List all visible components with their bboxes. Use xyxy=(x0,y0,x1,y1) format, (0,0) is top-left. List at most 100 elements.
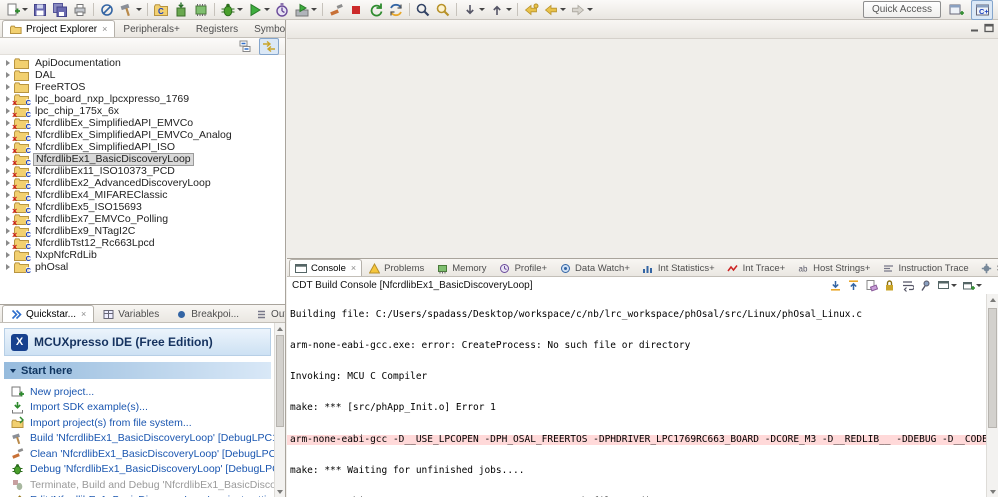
tree-item[interactable]: NfcrdlibEx2_AdvancedDiscoveryLoop xyxy=(0,177,285,191)
expand-icon[interactable] xyxy=(6,192,10,198)
tab-profile[interactable]: Profile+ xyxy=(493,259,553,276)
quickstart-link-edit-settings[interactable]: Edit 'NfcrdlibEx1_BasicDiscoveryLoop' pr… xyxy=(10,493,285,497)
search-icon[interactable] xyxy=(413,1,433,19)
tree-item[interactable]: NfcrdlibEx9_NTagI2C xyxy=(0,225,285,239)
navigate-up-icon[interactable] xyxy=(846,278,861,293)
tab-outline[interactable]: Outline xyxy=(247,305,285,322)
expand-icon[interactable] xyxy=(6,264,10,270)
link-with-editor-icon[interactable] xyxy=(259,37,279,55)
display-selected-console-icon[interactable] xyxy=(936,278,958,293)
tree-item[interactable]: NfcrdlibEx5_ISO15693 xyxy=(0,201,285,215)
navigate-down-icon[interactable] xyxy=(828,278,843,293)
tree-item-selected[interactable]: NfcrdlibEx1_BasicDiscoveryLoop xyxy=(0,152,285,167)
tree-item[interactable]: NfcrdlibEx7_EMVCo_Polling xyxy=(0,213,285,227)
new-wizard-icon[interactable] xyxy=(3,1,30,19)
open-console-icon[interactable] xyxy=(961,278,983,293)
quickstart-link-build[interactable]: Build 'NfcrdlibEx1_BasicDiscoveryLoop' [… xyxy=(10,431,285,447)
tree-item[interactable]: NfcrdlibEx_SimplifiedAPI_EMVCo xyxy=(0,117,285,131)
tree-item[interactable]: NxpNfcRdLib xyxy=(0,249,285,262)
tab-int-statistics[interactable]: Int Statistics+ xyxy=(636,259,721,276)
expand-icon[interactable] xyxy=(6,204,10,210)
build-all-icon[interactable] xyxy=(117,1,144,19)
tab-int-trace[interactable]: Int Trace+ xyxy=(721,259,792,276)
start-here-section-header[interactable]: Start here xyxy=(4,362,271,379)
close-icon[interactable]: × xyxy=(351,263,356,273)
tab-breakpoints[interactable]: Breakpoi... xyxy=(167,305,247,322)
tree-item[interactable]: NfcrdlibEx11_ISO10373_PCD xyxy=(0,165,285,179)
expand-icon[interactable] xyxy=(6,108,10,114)
tab-quickstart[interactable]: Quickstar... × xyxy=(2,305,95,322)
terminate-icon[interactable] xyxy=(346,1,366,19)
skip-all-breakpoints-icon[interactable] xyxy=(97,1,117,19)
close-icon[interactable]: × xyxy=(81,309,86,319)
tab-host-strings[interactable]: ab Host Strings+ xyxy=(791,259,876,276)
tree-item[interactable]: FreeRTOS xyxy=(0,81,285,93)
save-icon[interactable] xyxy=(30,1,50,19)
open-element-icon[interactable] xyxy=(433,1,453,19)
minimize-icon[interactable] xyxy=(970,23,980,36)
last-edit-location-icon[interactable] xyxy=(521,1,541,19)
save-all-icon[interactable] xyxy=(50,1,70,19)
tree-item[interactable]: NfcrdlibEx4_MIFAREClassic xyxy=(0,189,285,203)
profile-icon[interactable] xyxy=(272,1,292,19)
close-icon[interactable]: × xyxy=(102,24,107,34)
tab-console[interactable]: Console × xyxy=(289,259,363,276)
tree-item[interactable]: phOsal xyxy=(0,261,285,274)
open-perspective-icon[interactable] xyxy=(945,0,967,20)
tab-registers[interactable]: Registers xyxy=(188,20,246,37)
tab-project-explorer[interactable]: Project Explorer × xyxy=(2,20,116,37)
scrollbar-thumb[interactable] xyxy=(276,335,284,427)
quickstart-link-terminate-build-debug[interactable]: Terminate, Build and Debug 'NfcrdlibEx1_… xyxy=(10,477,285,493)
forward-icon[interactable] xyxy=(568,1,595,19)
expand-icon[interactable] xyxy=(6,120,10,126)
expand-icon[interactable] xyxy=(6,72,10,78)
quickstart-link-debug[interactable]: Debug 'NfcrdlibEx1_BasicDiscoveryLoop' [… xyxy=(10,462,285,478)
tree-item[interactable]: lpc_board_nxp_lpcxpresso_1769 xyxy=(0,93,285,107)
expand-icon[interactable] xyxy=(6,216,10,222)
quickstart-link-import-project[interactable]: Import project(s) from file system... xyxy=(10,415,285,431)
scroll-lock-icon[interactable] xyxy=(882,278,897,293)
tree-item[interactable]: NfcrdlibTst12_Rc663Lpcd xyxy=(0,237,285,251)
quickstart-link-clean[interactable]: Clean 'NfcrdlibEx1_BasicDiscoveryLoop' [… xyxy=(10,446,285,462)
pin-console-icon[interactable] xyxy=(918,278,933,293)
new-c-project-icon[interactable]: C xyxy=(151,1,171,19)
previous-annotation-icon[interactable] xyxy=(487,1,514,19)
expand-icon[interactable] xyxy=(6,132,10,138)
expand-icon[interactable] xyxy=(6,60,10,66)
flash-download-icon[interactable] xyxy=(171,1,191,19)
expand-icon[interactable] xyxy=(6,180,10,186)
external-tools-icon[interactable] xyxy=(292,1,319,19)
expand-icon[interactable] xyxy=(6,156,10,162)
tree-item[interactable]: NfcrdlibEx_SimplifiedAPI_EMVCo_Analog xyxy=(0,129,285,143)
word-wrap-icon[interactable] xyxy=(900,278,915,293)
tree-item[interactable]: DAL xyxy=(0,69,285,81)
tree-item[interactable]: NfcrdlibEx_SimplifiedAPI_ISO xyxy=(0,141,285,155)
tab-problems[interactable]: Problems xyxy=(362,259,430,276)
quick-access-button[interactable]: Quick Access xyxy=(862,1,941,18)
expand-icon[interactable] xyxy=(6,96,10,102)
tab-data-watch[interactable]: Data Watch+ xyxy=(553,259,636,276)
back-icon[interactable] xyxy=(541,1,568,19)
restart-icon[interactable] xyxy=(366,1,386,19)
expand-icon[interactable] xyxy=(6,240,10,246)
expand-icon[interactable] xyxy=(6,84,10,90)
clean-icon[interactable] xyxy=(326,1,346,19)
tab-peripherals[interactable]: Peripherals+ xyxy=(115,20,187,37)
tab-instruction-trace[interactable]: Instruction Trace xyxy=(876,259,974,276)
c-cpp-perspective-icon[interactable]: C+ xyxy=(971,0,993,20)
quickstart-link-import-sdk[interactable]: Import SDK example(s)... xyxy=(10,400,285,416)
console-scrollbar[interactable] xyxy=(986,294,998,497)
expand-icon[interactable] xyxy=(6,228,10,234)
maximize-icon[interactable] xyxy=(984,23,994,36)
tree-item[interactable]: ApiDocumentation xyxy=(0,57,285,69)
refresh-icon[interactable] xyxy=(386,1,406,19)
print-icon[interactable] xyxy=(70,1,90,19)
collapse-all-icon[interactable] xyxy=(236,38,256,55)
quickstart-scrollbar[interactable] xyxy=(274,323,285,497)
expand-icon[interactable] xyxy=(6,168,10,174)
run-icon[interactable] xyxy=(245,1,272,19)
quickstart-link-new-project[interactable]: New project... xyxy=(10,384,285,400)
tab-memory[interactable]: Memory xyxy=(430,259,492,276)
tab-swo-trace-config[interactable]: SWO Trace Config xyxy=(975,259,998,276)
expand-icon[interactable] xyxy=(6,144,10,150)
